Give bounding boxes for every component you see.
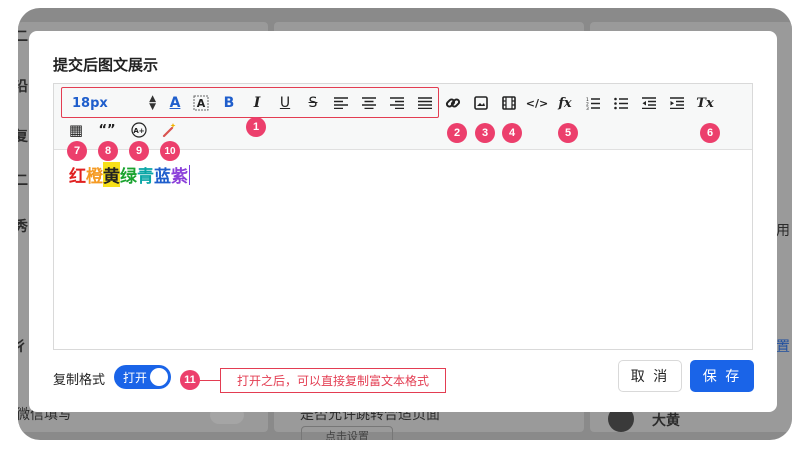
font-size-value: 18px — [72, 95, 108, 111]
annotation-badge: 11 — [180, 370, 200, 390]
annotation-badge: 2 — [447, 123, 467, 143]
formula-icon[interactable]: fx — [555, 93, 575, 113]
annotation-badge: 1 — [246, 117, 266, 137]
image-icon[interactable] — [471, 93, 491, 113]
updown-arrows-icon: ▲ ▼ — [149, 94, 156, 112]
annotation-badge: 10 — [160, 141, 180, 161]
code-icon[interactable]: </> — [526, 93, 548, 113]
video-icon[interactable] — [499, 93, 519, 113]
save-button[interactable]: 保 存 — [690, 360, 754, 392]
editor-content[interactable]: 红橙黄绿青蓝紫 — [69, 162, 190, 187]
annotation-badge: 8 — [98, 141, 118, 161]
dialog: 提交后图文展示 18px ▲ ▼ A A B I U S </> fx 1 2 … — [29, 31, 777, 412]
bg-text: 用 — [776, 223, 790, 239]
copy-format-toggle[interactable]: 打开 — [114, 365, 171, 389]
magic-wand-icon[interactable] — [159, 120, 179, 140]
content-char: 橙 — [86, 167, 103, 187]
content-char: 青 — [137, 167, 154, 187]
annotation-badge: 9 — [129, 141, 149, 161]
toggle-label: 打开 — [123, 370, 148, 385]
table-icon[interactable]: ▦ — [66, 120, 86, 140]
svg-text:A: A — [197, 97, 206, 110]
bullet-list-icon[interactable] — [611, 93, 631, 113]
bg-text: 沿 — [18, 79, 28, 95]
content-char: 紫 — [171, 167, 188, 187]
quote-icon[interactable]: “” — [97, 120, 117, 140]
align-right-icon[interactable] — [387, 93, 407, 113]
cancel-button[interactable]: 取 消 — [618, 360, 682, 392]
annotation-badge: 7 — [67, 141, 87, 161]
font-color-icon[interactable]: A — [165, 93, 185, 113]
bg-button: 点击设置 — [301, 426, 393, 440]
bg-text: 二 — [18, 173, 28, 189]
editor-toolbar: 18px ▲ ▼ A A B I U S </> fx 1 2 3 Tx ▦ “… — [54, 84, 752, 150]
bg-text: 大黄 — [652, 413, 680, 429]
annotation-badge: 6 — [700, 123, 720, 143]
font-size-increase-icon[interactable]: A+ — [129, 120, 149, 140]
background-color-icon[interactable]: A — [191, 93, 211, 113]
copy-format-label: 复制格式 — [53, 373, 106, 388]
annotation-badge: 3 — [475, 123, 495, 143]
align-justify-icon[interactable] — [415, 93, 435, 113]
copy-format-hint: 打开之后，可以直接复制富文本格式 — [220, 368, 446, 393]
font-size-select[interactable]: 18px ▲ ▼ — [72, 94, 156, 112]
callout-connector — [200, 380, 220, 381]
annotation-badge: 5 — [558, 123, 578, 143]
link-icon[interactable] — [443, 93, 463, 113]
underline-icon[interactable]: U — [275, 93, 295, 113]
content-char: 蓝 — [154, 167, 171, 187]
text-caret — [189, 164, 190, 185]
dialog-title: 提交后图文展示 — [53, 56, 159, 74]
align-center-icon[interactable] — [359, 93, 379, 113]
content-char: 绿 — [120, 167, 137, 187]
bg-text: 置 — [776, 339, 790, 355]
clear-format-icon[interactable]: Tx — [695, 93, 715, 113]
content-char: 红 — [69, 167, 86, 187]
font-size-increase-label: A+ — [133, 127, 144, 135]
italic-icon[interactable]: I — [247, 93, 267, 113]
bg-text: 彳 — [18, 339, 28, 355]
bg-text: 二 — [18, 29, 28, 45]
align-left-icon[interactable] — [331, 93, 351, 113]
toggle-knob — [150, 368, 168, 386]
outdent-icon[interactable] — [639, 93, 659, 113]
bg-text: 秀 — [18, 219, 28, 235]
bold-icon[interactable]: B — [219, 93, 239, 113]
svg-text:3: 3 — [586, 106, 589, 110]
bg-text: 复 — [18, 129, 28, 145]
strikethrough-icon[interactable]: S — [303, 93, 323, 113]
ordered-list-icon[interactable]: 123 — [583, 93, 603, 113]
indent-icon[interactable] — [667, 93, 687, 113]
content-char: 黄 — [103, 162, 120, 187]
annotation-badge: 4 — [502, 123, 522, 143]
rich-text-editor[interactable]: 18px ▲ ▼ A A B I U S </> fx 1 2 3 Tx ▦ “… — [53, 83, 753, 350]
